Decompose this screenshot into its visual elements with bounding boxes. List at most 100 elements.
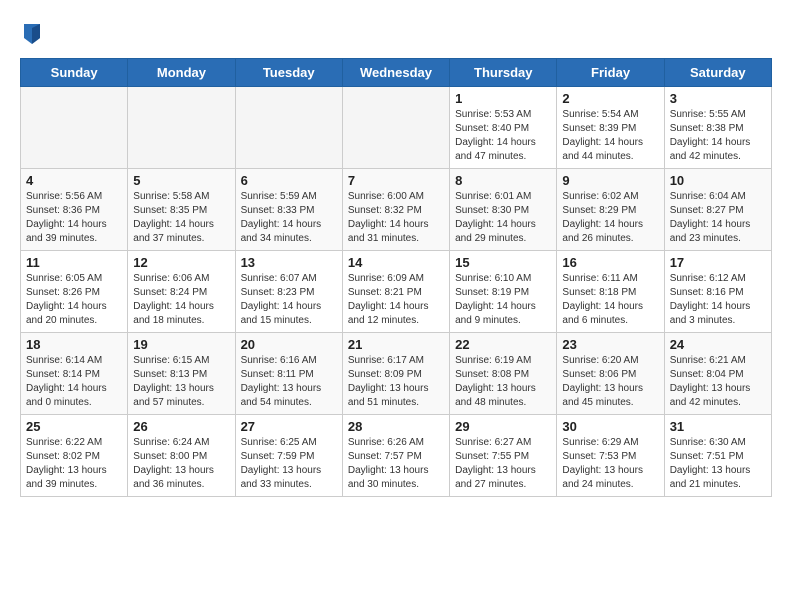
day-info: Sunrise: 5:54 AM Sunset: 8:39 PM Dayligh…	[562, 108, 658, 164]
calendar-header: SundayMondayTuesdayWednesdayThursdayFrid…	[21, 59, 772, 87]
day-number: 20	[241, 337, 337, 352]
day-info: Sunrise: 6:14 AM Sunset: 8:14 PM Dayligh…	[26, 354, 122, 410]
calendar-week-2: 4 Sunrise: 5:56 AM Sunset: 8:36 PM Daylig…	[21, 169, 772, 251]
calendar-cell: 24Sunrise: 6:21 AM Sunset: 8:04 PM Dayli…	[664, 333, 771, 415]
header	[20, 20, 772, 48]
calendar-cell: 22Sunrise: 6:19 AM Sunset: 8:08 PM Dayli…	[450, 333, 557, 415]
logo-icon	[20, 20, 44, 48]
day-info: Sunrise: 6:25 AM Sunset: 7:59 PM Dayligh…	[241, 436, 337, 492]
day-number: 8	[455, 173, 551, 188]
day-info: Sunrise: 6:09 AM Sunset: 8:21 PM Dayligh…	[348, 272, 444, 328]
weekday-sunday: Sunday	[21, 59, 128, 87]
day-info: Sunrise: 6:22 AM Sunset: 8:02 PM Dayligh…	[26, 436, 122, 492]
weekday-monday: Monday	[128, 59, 235, 87]
day-info: Sunrise: 6:00 AM Sunset: 8:32 PM Dayligh…	[348, 190, 444, 246]
calendar-cell: 18Sunrise: 6:14 AM Sunset: 8:14 PM Dayli…	[21, 333, 128, 415]
day-info: Sunrise: 5:58 AM Sunset: 8:35 PM Dayligh…	[133, 190, 229, 246]
calendar-cell: 27 Sunrise: 6:25 AM Sunset: 7:59 PM Dayli…	[235, 415, 342, 497]
day-number: 4	[26, 173, 122, 188]
day-number: 21	[348, 337, 444, 352]
day-info: Sunrise: 6:15 AM Sunset: 8:13 PM Dayligh…	[133, 354, 229, 410]
day-info: Sunrise: 6:10 AM Sunset: 8:19 PM Dayligh…	[455, 272, 551, 328]
day-info: Sunrise: 6:24 AM Sunset: 8:00 PM Dayligh…	[133, 436, 229, 492]
day-info: Sunrise: 6:11 AM Sunset: 8:18 PM Dayligh…	[562, 272, 658, 328]
day-info: Sunrise: 6:07 AM Sunset: 8:23 PM Dayligh…	[241, 272, 337, 328]
weekday-wednesday: Wednesday	[342, 59, 449, 87]
calendar-cell: 25 Sunrise: 6:22 AM Sunset: 8:02 PM Dayli…	[21, 415, 128, 497]
calendar-cell: 8Sunrise: 6:01 AM Sunset: 8:30 PM Daylig…	[450, 169, 557, 251]
calendar-cell: 7 Sunrise: 6:00 AM Sunset: 8:32 PM Daylig…	[342, 169, 449, 251]
calendar-cell: 28 Sunrise: 6:26 AM Sunset: 7:57 PM Dayli…	[342, 415, 449, 497]
calendar-cell: 15 Sunrise: 6:10 AM Sunset: 8:19 PM Dayli…	[450, 251, 557, 333]
calendar-cell: 23Sunrise: 6:20 AM Sunset: 8:06 PM Dayli…	[557, 333, 664, 415]
calendar-cell: 16Sunrise: 6:11 AM Sunset: 8:18 PM Dayli…	[557, 251, 664, 333]
calendar-cell: 3 Sunrise: 5:55 AM Sunset: 8:38 PM Daylig…	[664, 87, 771, 169]
day-number: 1	[455, 91, 551, 106]
calendar-table: SundayMondayTuesdayWednesdayThursdayFrid…	[20, 58, 772, 497]
day-info: Sunrise: 5:59 AM Sunset: 8:33 PM Dayligh…	[241, 190, 337, 246]
calendar-cell: 17 Sunrise: 6:12 AM Sunset: 8:16 PM Dayli…	[664, 251, 771, 333]
day-number: 29	[455, 419, 551, 434]
weekday-header-row: SundayMondayTuesdayWednesdayThursdayFrid…	[21, 59, 772, 87]
day-info: Sunrise: 6:12 AM Sunset: 8:16 PM Dayligh…	[670, 272, 766, 328]
day-number: 5	[133, 173, 229, 188]
day-info: Sunrise: 6:29 AM Sunset: 7:53 PM Dayligh…	[562, 436, 658, 492]
calendar-cell: 21 Sunrise: 6:17 AM Sunset: 8:09 PM Dayli…	[342, 333, 449, 415]
day-number: 31	[670, 419, 766, 434]
day-number: 22	[455, 337, 551, 352]
calendar-cell: 5 Sunrise: 5:58 AM Sunset: 8:35 PM Daylig…	[128, 169, 235, 251]
day-info: Sunrise: 6:20 AM Sunset: 8:06 PM Dayligh…	[562, 354, 658, 410]
day-number: 19	[133, 337, 229, 352]
calendar-cell: 30 Sunrise: 6:29 AM Sunset: 7:53 PM Dayli…	[557, 415, 664, 497]
day-info: Sunrise: 5:56 AM Sunset: 8:36 PM Dayligh…	[26, 190, 122, 246]
day-number: 27	[241, 419, 337, 434]
day-number: 15	[455, 255, 551, 270]
calendar-week-5: 25 Sunrise: 6:22 AM Sunset: 8:02 PM Dayli…	[21, 415, 772, 497]
day-number: 13	[241, 255, 337, 270]
day-number: 30	[562, 419, 658, 434]
weekday-thursday: Thursday	[450, 59, 557, 87]
day-info: Sunrise: 6:16 AM Sunset: 8:11 PM Dayligh…	[241, 354, 337, 410]
calendar-body: 1 Sunrise: 5:53 AM Sunset: 8:40 PM Daylig…	[21, 87, 772, 497]
day-info: Sunrise: 5:53 AM Sunset: 8:40 PM Dayligh…	[455, 108, 551, 164]
day-info: Sunrise: 5:55 AM Sunset: 8:38 PM Dayligh…	[670, 108, 766, 164]
day-info: Sunrise: 6:30 AM Sunset: 7:51 PM Dayligh…	[670, 436, 766, 492]
calendar-cell	[128, 87, 235, 169]
day-number: 14	[348, 255, 444, 270]
day-info: Sunrise: 6:17 AM Sunset: 8:09 PM Dayligh…	[348, 354, 444, 410]
calendar-cell: 29 Sunrise: 6:27 AM Sunset: 7:55 PM Dayli…	[450, 415, 557, 497]
day-number: 3	[670, 91, 766, 106]
day-info: Sunrise: 6:27 AM Sunset: 7:55 PM Dayligh…	[455, 436, 551, 492]
calendar-cell: 13 Sunrise: 6:07 AM Sunset: 8:23 PM Dayli…	[235, 251, 342, 333]
day-info: Sunrise: 6:06 AM Sunset: 8:24 PM Dayligh…	[133, 272, 229, 328]
day-number: 7	[348, 173, 444, 188]
day-number: 2	[562, 91, 658, 106]
logo	[20, 20, 48, 48]
day-info: Sunrise: 6:21 AM Sunset: 8:04 PM Dayligh…	[670, 354, 766, 410]
calendar-cell: 9 Sunrise: 6:02 AM Sunset: 8:29 PM Daylig…	[557, 169, 664, 251]
calendar-cell	[342, 87, 449, 169]
weekday-saturday: Saturday	[664, 59, 771, 87]
calendar-cell	[235, 87, 342, 169]
day-info: Sunrise: 6:02 AM Sunset: 8:29 PM Dayligh…	[562, 190, 658, 246]
calendar-cell: 26 Sunrise: 6:24 AM Sunset: 8:00 PM Dayli…	[128, 415, 235, 497]
calendar-cell: 4 Sunrise: 5:56 AM Sunset: 8:36 PM Daylig…	[21, 169, 128, 251]
day-info: Sunrise: 6:05 AM Sunset: 8:26 PM Dayligh…	[26, 272, 122, 328]
day-info: Sunrise: 6:26 AM Sunset: 7:57 PM Dayligh…	[348, 436, 444, 492]
day-number: 28	[348, 419, 444, 434]
day-number: 9	[562, 173, 658, 188]
calendar-cell: 12Sunrise: 6:06 AM Sunset: 8:24 PM Dayli…	[128, 251, 235, 333]
calendar-week-3: 11 Sunrise: 6:05 AM Sunset: 8:26 PM Dayli…	[21, 251, 772, 333]
calendar-cell: 19 Sunrise: 6:15 AM Sunset: 8:13 PM Dayli…	[128, 333, 235, 415]
calendar-cell: 14 Sunrise: 6:09 AM Sunset: 8:21 PM Dayli…	[342, 251, 449, 333]
day-number: 11	[26, 255, 122, 270]
day-number: 17	[670, 255, 766, 270]
calendar-cell: 6 Sunrise: 5:59 AM Sunset: 8:33 PM Daylig…	[235, 169, 342, 251]
day-number: 25	[26, 419, 122, 434]
calendar-cell: 20 Sunrise: 6:16 AM Sunset: 8:11 PM Dayli…	[235, 333, 342, 415]
day-number: 26	[133, 419, 229, 434]
calendar-cell: 10Sunrise: 6:04 AM Sunset: 8:27 PM Dayli…	[664, 169, 771, 251]
day-number: 6	[241, 173, 337, 188]
calendar-cell: 31 Sunrise: 6:30 AM Sunset: 7:51 PM Dayli…	[664, 415, 771, 497]
calendar-week-1: 1 Sunrise: 5:53 AM Sunset: 8:40 PM Daylig…	[21, 87, 772, 169]
